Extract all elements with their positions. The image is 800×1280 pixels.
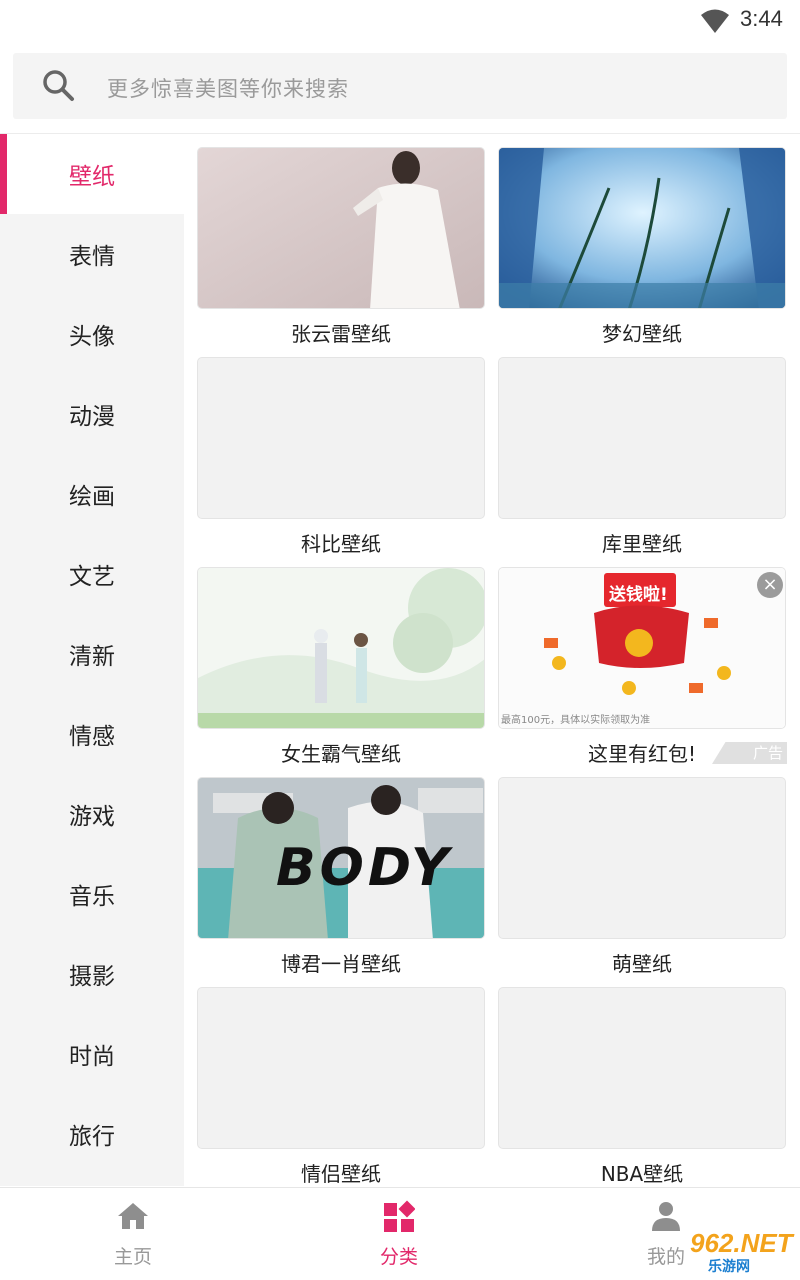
body-graphic-text: BODY xyxy=(276,838,453,898)
category-thumbnail[interactable] xyxy=(498,147,786,309)
category-thumbnail[interactable] xyxy=(498,777,786,939)
nav-label: 主页 xyxy=(113,1246,152,1268)
close-icon[interactable]: × xyxy=(757,572,783,598)
category-thumbnail[interactable] xyxy=(498,357,786,519)
category-label: 库里壁纸 xyxy=(602,532,682,556)
category-icon xyxy=(384,1200,415,1232)
sidebar-item-label: 壁纸 xyxy=(69,164,115,190)
sidebar-item-label: 情感 xyxy=(69,724,115,750)
sidebar-item-label: 清新 xyxy=(69,644,115,670)
watermark-subtext: 乐游网 xyxy=(708,1259,750,1275)
thumbnail-image xyxy=(198,568,484,728)
sidebar-item-anime[interactable]: 动漫 xyxy=(0,374,184,454)
search-placeholder: 更多惊喜美图等你来搜索 xyxy=(107,77,349,101)
sidebar-item-fashion[interactable]: 时尚 xyxy=(0,1014,184,1094)
sidebar-item-label: 表情 xyxy=(69,244,115,270)
wifi-icon xyxy=(701,9,729,33)
sidebar-item-label: 摄影 xyxy=(69,964,115,990)
category-thumbnail[interactable] xyxy=(498,987,786,1149)
sidebar-item-games[interactable]: 游戏 xyxy=(0,774,184,854)
search-input[interactable]: 更多惊喜美图等你来搜索 xyxy=(13,53,787,119)
sidebar-item-travel[interactable]: 旅行 xyxy=(0,1094,184,1174)
category-sidebar: 壁纸 表情 头像 动漫 绘画 文艺 清新 情感 游戏 音乐 摄影 时尚 旅行 xyxy=(0,134,184,1186)
thumbnail-image xyxy=(198,148,484,308)
category-label: 萌壁纸 xyxy=(612,952,672,976)
sidebar-item-painting[interactable]: 绘画 xyxy=(0,454,184,534)
sidebar-item-label: 时尚 xyxy=(69,1044,115,1070)
sidebar-item-emotion[interactable]: 情感 xyxy=(0,694,184,774)
nav-label: 分类 xyxy=(379,1246,418,1268)
home-icon xyxy=(118,1203,148,1229)
nav-category[interactable]: 分类 xyxy=(329,1188,469,1280)
thumbnail-image xyxy=(499,148,785,308)
sidebar-item-avatar[interactable]: 头像 xyxy=(0,294,184,374)
sidebar-item-label: 绘画 xyxy=(69,484,115,510)
category-thumbnail[interactable] xyxy=(197,987,485,1149)
sidebar-item-label: 文艺 xyxy=(69,564,115,590)
category-thumbnail[interactable]: BODY xyxy=(197,777,485,939)
watermark-text: 962.NET xyxy=(690,1228,793,1258)
site-watermark: 962.NET 乐游网 xyxy=(660,1228,798,1276)
sidebar-item-music[interactable]: 音乐 xyxy=(0,854,184,934)
category-label: 科比壁纸 xyxy=(301,532,381,556)
sidebar-item-wallpaper[interactable]: 壁纸 xyxy=(0,134,184,214)
category-thumbnail[interactable] xyxy=(197,567,485,729)
category-label: 梦幻壁纸 xyxy=(602,322,682,346)
sidebar-item-label: 游戏 xyxy=(69,804,115,830)
sidebar-item-stickers[interactable]: 表情 xyxy=(0,214,184,294)
category-thumbnail[interactable] xyxy=(197,147,485,309)
sidebar-item-label: 音乐 xyxy=(69,884,115,910)
category-label: NBA壁纸 xyxy=(600,1162,684,1186)
category-label: 博君一肖壁纸 xyxy=(281,952,401,976)
category-label: 女生霸气壁纸 xyxy=(281,742,401,766)
sidebar-item-arts[interactable]: 文艺 xyxy=(0,534,184,614)
sidebar-item-label: 头像 xyxy=(69,324,115,350)
category-label: 张云雷壁纸 xyxy=(291,322,391,346)
ad-card[interactable]: 送钱啦! 最高100元，具体以实际领取为准 xyxy=(498,567,786,729)
category-thumbnail[interactable] xyxy=(197,357,485,519)
sidebar-item-label: 动漫 xyxy=(69,404,115,430)
search-icon xyxy=(43,70,74,101)
nav-home[interactable]: 主页 xyxy=(63,1188,203,1280)
sidebar-item-label: 旅行 xyxy=(69,1124,115,1150)
ad-banner-text: 送钱啦! xyxy=(609,585,668,605)
category-label: 情侣壁纸 xyxy=(301,1162,381,1186)
sidebar-item-fresh[interactable]: 清新 xyxy=(0,614,184,694)
ad-fine-print: 最高100元，具体以实际领取为准 xyxy=(501,715,651,726)
status-bar: 3:44 xyxy=(0,0,800,44)
status-time: 3:44 xyxy=(740,6,783,31)
sidebar-item-photography[interactable]: 摄影 xyxy=(0,934,184,1014)
